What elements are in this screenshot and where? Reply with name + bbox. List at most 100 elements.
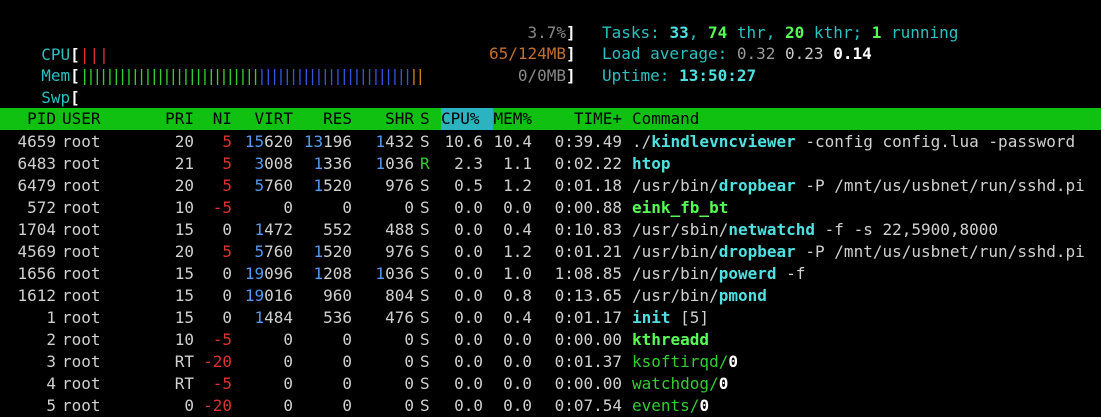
process-time: 0:01.18 bbox=[554, 176, 622, 195]
process-command-args: -f bbox=[776, 264, 806, 283]
column-header-mem[interactable]: MEM% bbox=[488, 108, 532, 130]
process-mem: 0.0 bbox=[503, 352, 532, 371]
mem-meter: Mem[||||||||||||||||||||||||||||||||||||… bbox=[22, 43, 575, 85]
column-header-virt[interactable]: VIRT bbox=[238, 108, 293, 130]
process-cpu: 0.5 bbox=[454, 176, 483, 195]
process-command: /usr/bin/powerd -f bbox=[632, 263, 1101, 285]
process-state: S bbox=[420, 286, 430, 305]
process-time: 0:13.65 bbox=[554, 286, 622, 305]
process-res-thousands: 1 bbox=[313, 176, 324, 195]
process-res-units: 0 bbox=[342, 396, 352, 415]
process-state: S bbox=[420, 220, 430, 239]
process-user: root bbox=[62, 198, 101, 217]
swap-meter-close-bracket: ] bbox=[566, 66, 576, 85]
process-command-args: 0 bbox=[728, 352, 738, 371]
process-command-binary: powerd bbox=[718, 264, 777, 283]
process-row[interactable]: 1656 root 15 0 19096 1208 1036 S 0.0 1.0 1:08.85/u… bbox=[0, 263, 1101, 285]
process-time: 1:08.85 bbox=[554, 264, 622, 283]
process-virt-units: 016 bbox=[264, 286, 293, 305]
process-shr-units: 976 bbox=[385, 176, 414, 195]
process-virt-thousands: 19 bbox=[244, 264, 265, 283]
process-time: 0:01.21 bbox=[554, 242, 622, 261]
process-row[interactable]: 4569 root 20 5 5760 1520 976 S 0.0 1.2 0:01.21/usr… bbox=[0, 241, 1101, 263]
process-nice: -5 bbox=[212, 374, 232, 393]
process-row[interactable]: 6483 root 21 5 3008 1336 1036 R 2.3 1.1 0:02.22 hto… bbox=[0, 153, 1101, 175]
process-state: S bbox=[420, 132, 430, 151]
process-nice: 0 bbox=[222, 308, 232, 327]
process-priority: RT bbox=[174, 352, 194, 371]
process-virt: 0 bbox=[238, 197, 293, 219]
process-state: S bbox=[420, 352, 430, 371]
process-command-binary: htop bbox=[632, 154, 671, 173]
process-priority: 10 bbox=[174, 198, 194, 217]
process-user: root bbox=[62, 220, 101, 239]
process-virt: 1484 bbox=[238, 307, 293, 329]
column-header-command[interactable]: Command bbox=[632, 108, 1101, 130]
mem-meter-close-bracket: ] bbox=[566, 44, 576, 63]
column-header-cpu-sorted[interactable]: CPU% bbox=[441, 108, 493, 130]
column-header-time[interactable]: TIME+ bbox=[536, 108, 622, 130]
process-row[interactable]: 1704 root 15 0 1472 552 488 S 0.0 0.4 0:10.83/usr/… bbox=[0, 219, 1101, 241]
process-cpu: 0.0 bbox=[454, 374, 483, 393]
process-mem: 1.2 bbox=[503, 176, 532, 195]
process-pid: 3 bbox=[46, 352, 56, 371]
process-virt-thousands: 1 bbox=[254, 220, 265, 239]
load-average-15: 0.14 bbox=[833, 44, 872, 63]
column-header-res[interactable]: RES bbox=[296, 108, 352, 130]
column-header-shr[interactable]: SHR bbox=[356, 108, 414, 130]
process-pid: 4569 bbox=[17, 242, 56, 261]
process-command-binary: watchdog/ bbox=[632, 374, 719, 393]
process-res: 960 bbox=[296, 285, 352, 307]
process-command-path: /usr/bin/ bbox=[632, 242, 719, 261]
process-command: /usr/bin/pmond bbox=[632, 285, 1101, 307]
process-row[interactable]: 1 root 15 0 1484 536 476 S 0.0 0.4 0:01.17 init [5] bbox=[0, 307, 1101, 329]
process-row[interactable]: 3 root RT -20 0 0 0 S 0.0 0.0 0:01.37 ksoftirqd/0 bbox=[0, 351, 1101, 373]
process-row[interactable]: 4659 root 20 5 15620 13196 1432 S 10.6 10.4 0:39.4… bbox=[0, 131, 1101, 153]
process-res-units: 196 bbox=[323, 132, 352, 151]
process-shr-units: 976 bbox=[385, 242, 414, 261]
process-row[interactable]: 1612 root 15 0 19016 960 804 S 0.0 0.8 0:13.65/usr… bbox=[0, 285, 1101, 307]
load-average: Load average: 0.32 0.23 0.14 bbox=[602, 43, 872, 65]
process-pid: 1612 bbox=[17, 286, 56, 305]
kthreads-count: 20 bbox=[785, 23, 805, 42]
process-command: /usr/bin/dropbear -P /mnt/us/usbnet/run/… bbox=[632, 175, 1101, 197]
process-user: root bbox=[62, 352, 101, 371]
column-header-user[interactable]: USER bbox=[62, 108, 142, 130]
process-row[interactable]: 6479 root 20 5 5760 1520 976 S 0.5 1.2 0:01.18/usr… bbox=[0, 175, 1101, 197]
process-user: root bbox=[62, 132, 101, 151]
load-average-label: Load average: bbox=[602, 44, 737, 63]
process-virt: 15620 bbox=[238, 131, 293, 153]
process-res-units: 0 bbox=[342, 374, 352, 393]
process-pid: 1704 bbox=[17, 220, 56, 239]
process-virt: 0 bbox=[238, 351, 293, 373]
process-res: 1520 bbox=[296, 175, 352, 197]
process-res-thousands: 13 bbox=[303, 132, 324, 151]
process-priority: 20 bbox=[174, 132, 194, 151]
process-res-units: 520 bbox=[323, 242, 352, 261]
process-pid: 4 bbox=[46, 374, 56, 393]
cpu-meter-close-bracket: ] bbox=[566, 23, 576, 42]
process-command-args: -config config.lua -password bbox=[795, 132, 1076, 151]
process-row[interactable]: 572 root 10 -5 0 0 0 S 0.0 0.0 0:00.88 eink_fb_bt bbox=[0, 197, 1101, 219]
process-row[interactable]: 4 root RT -5 0 0 0 S 0.0 0.0 0:00.00 watchdog/0 bbox=[0, 373, 1101, 395]
column-header-state[interactable]: S bbox=[420, 108, 434, 130]
process-mem: 1.0 bbox=[503, 264, 532, 283]
process-pid: 6483 bbox=[17, 154, 56, 173]
process-command-binary: ksoftirqd/ bbox=[632, 352, 729, 371]
process-cpu: 2.3 bbox=[454, 154, 483, 173]
process-pid: 4659 bbox=[17, 132, 56, 151]
process-command: eink_fb_bt bbox=[632, 197, 1101, 219]
process-row[interactable]: 2 root 10 -5 0 0 0 S 0.0 0.0 0:00.00 kthreadd bbox=[0, 329, 1101, 351]
kthreads-label: kthr; bbox=[804, 23, 872, 42]
process-time: 0:02.22 bbox=[554, 154, 622, 173]
column-header-pri[interactable]: PRI bbox=[150, 108, 194, 130]
column-header-pid[interactable]: PID bbox=[0, 108, 56, 130]
load-average-5: 0.23 bbox=[785, 44, 824, 63]
process-shr-units: 0 bbox=[404, 352, 414, 371]
process-res-units: 520 bbox=[323, 176, 352, 195]
column-header-ni[interactable]: NI bbox=[200, 108, 232, 130]
process-shr: 488 bbox=[356, 219, 414, 241]
process-res-units: 536 bbox=[323, 308, 352, 327]
process-command-args: -f -s 22,5900,8000 bbox=[815, 220, 999, 239]
process-shr-units: 0 bbox=[404, 330, 414, 349]
